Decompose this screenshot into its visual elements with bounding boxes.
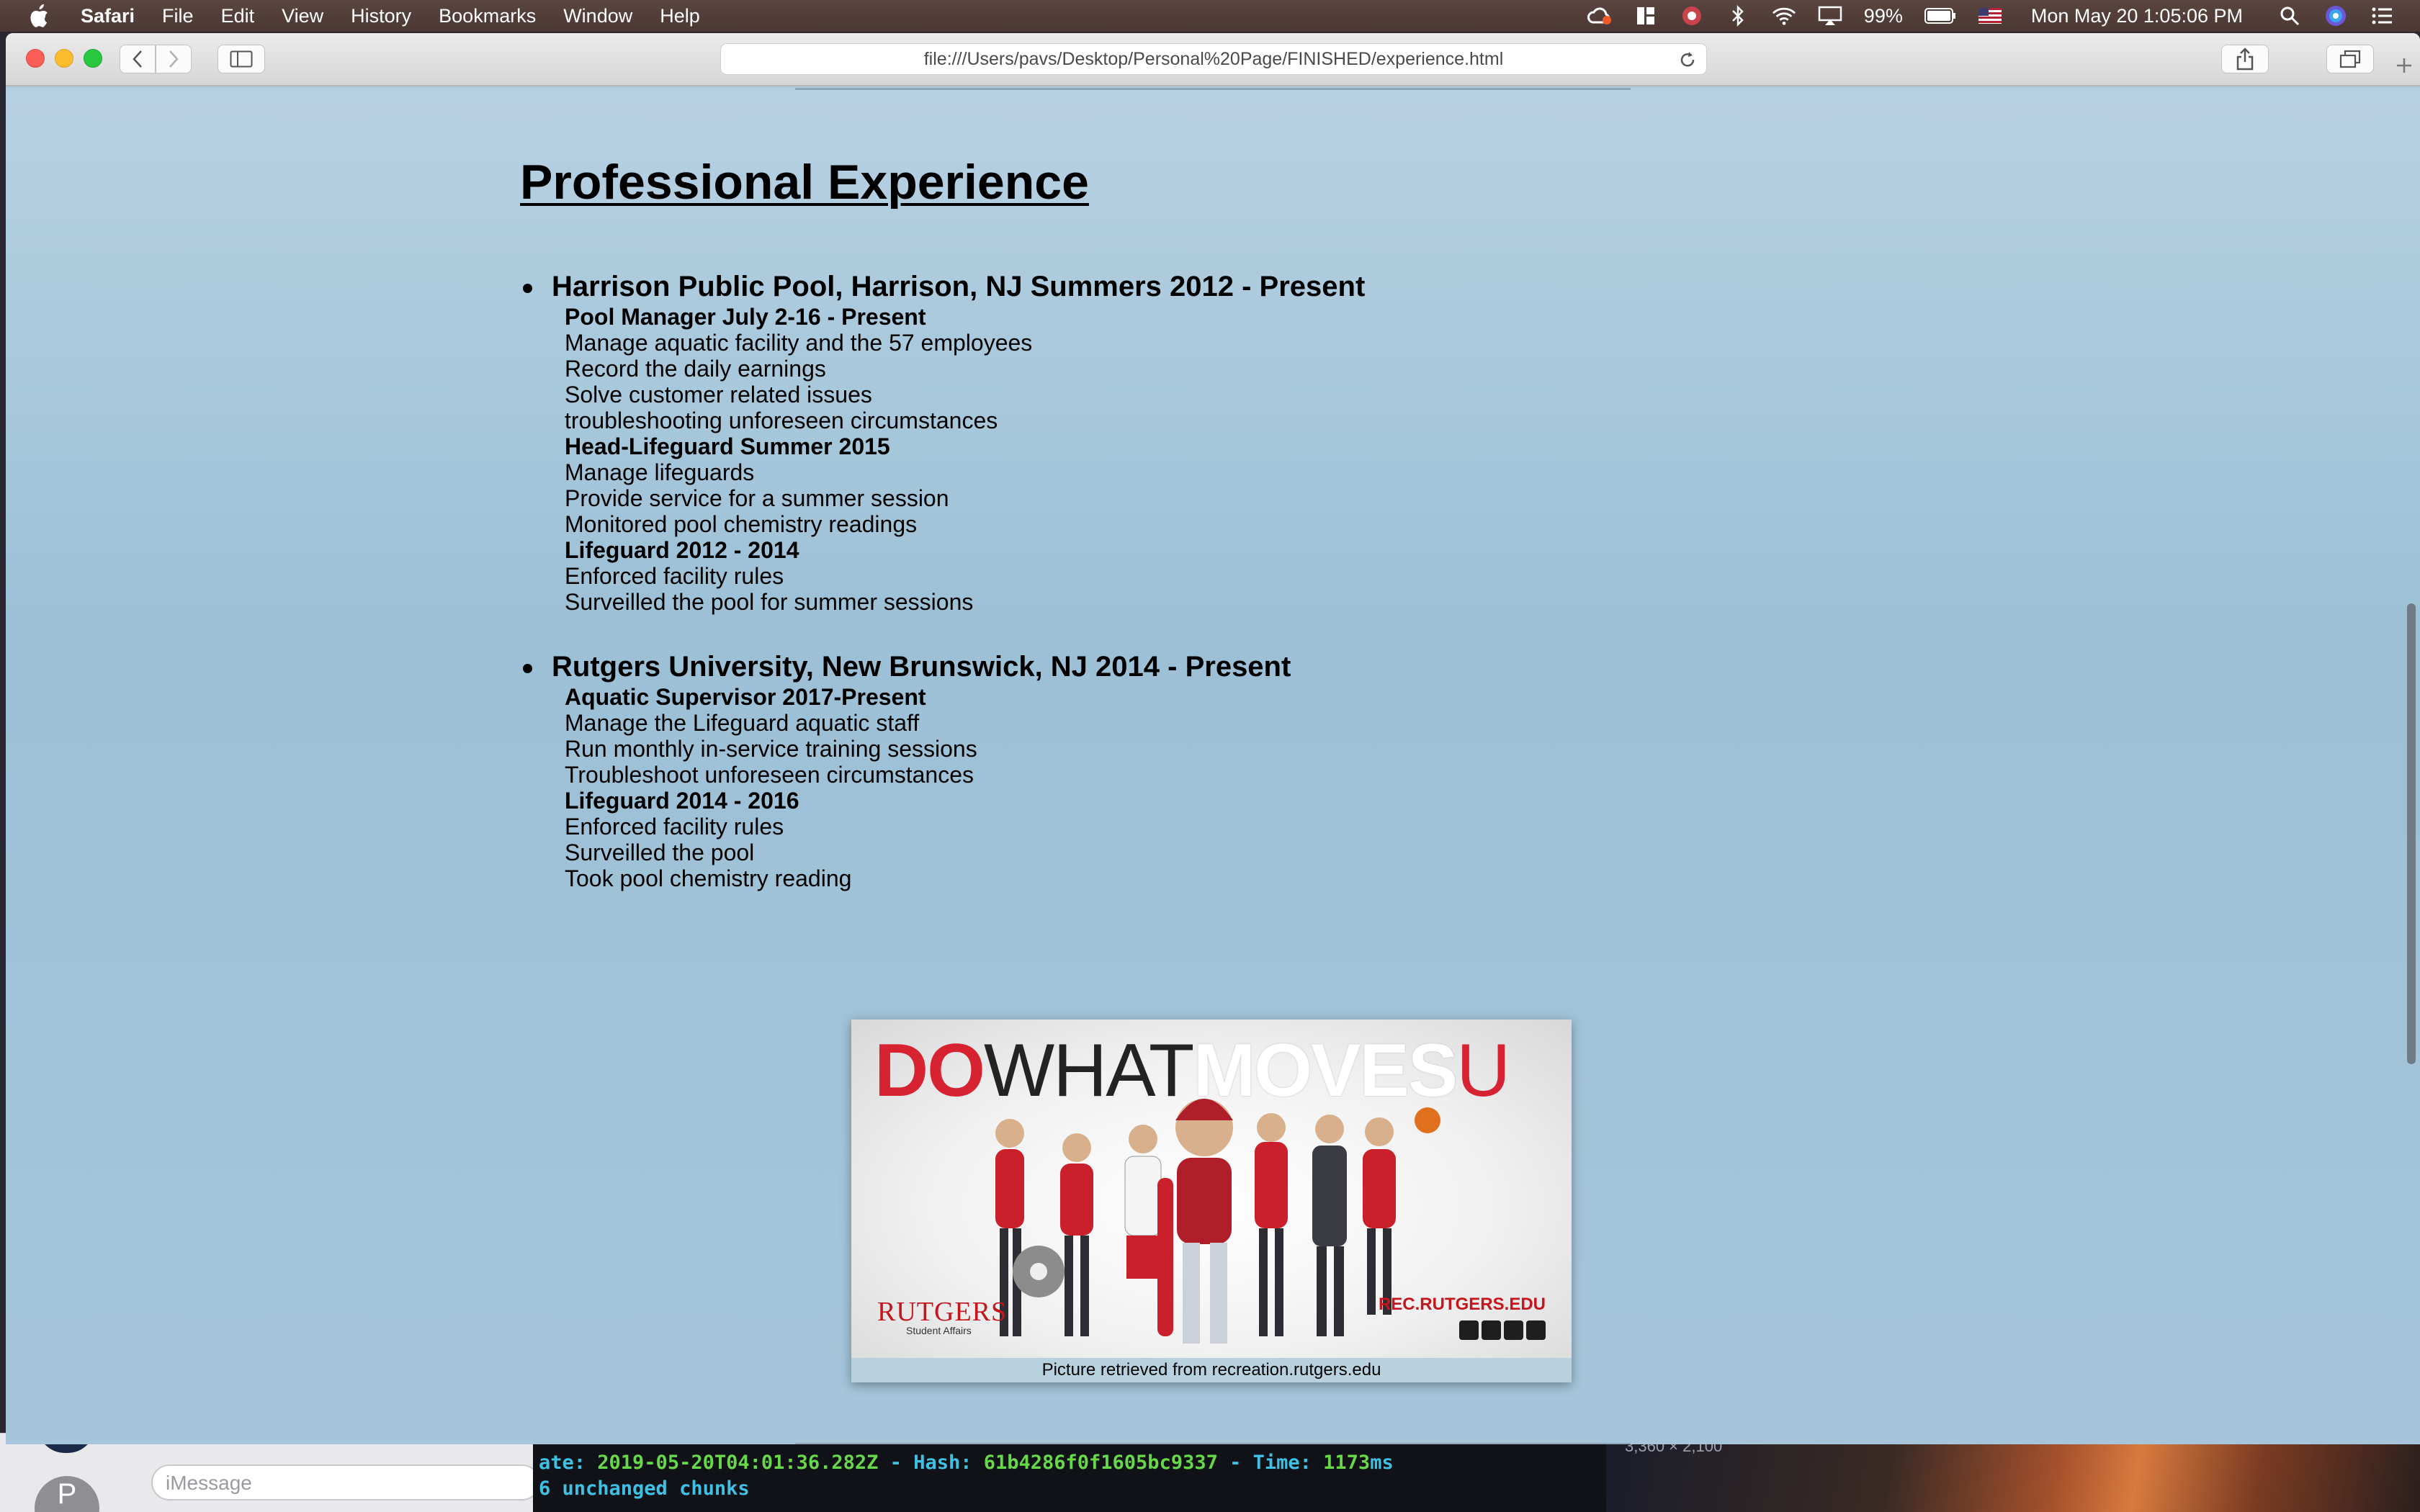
- menu-view[interactable]: View: [282, 5, 323, 27]
- reload-icon[interactable]: [1677, 50, 1698, 70]
- job-details: Aquatic Supervisor 2017-Present Manage t…: [520, 684, 1291, 891]
- menu-help[interactable]: Help: [660, 5, 700, 27]
- avatar-letter: P: [57, 1477, 77, 1510]
- battery-percent[interactable]: 99%: [1864, 5, 1903, 27]
- rutgers-rec-picture: DOWHATMOVESU RUTGERS Student Affairs REC…: [851, 1020, 1572, 1382]
- job-duty: Manage lifeguards: [565, 459, 755, 485]
- apple-menu-icon[interactable]: [29, 4, 49, 27]
- menu-bookmarks[interactable]: Bookmarks: [439, 5, 536, 27]
- rutgers-logo: RUTGERS: [877, 1297, 1008, 1327]
- input-source-flag-icon[interactable]: [1978, 5, 2002, 27]
- job-duty: Surveilled the pool: [565, 840, 755, 865]
- job-duty: Monitored pool chemistry readings: [565, 511, 918, 537]
- share-icon: [2236, 48, 2254, 71]
- job-title: Harrison Public Pool, Harrison, NJ Summe…: [520, 269, 1365, 304]
- app-grid-icon[interactable]: [1634, 5, 1658, 27]
- menu-history[interactable]: History: [351, 5, 411, 27]
- job-duty: Run monthly in-service training sessions: [565, 736, 977, 762]
- address-url: file:///Users/pavs/Desktop/Personal%20Pa…: [923, 48, 1504, 69]
- bottom-divider: [795, 1443, 1631, 1444]
- address-bar[interactable]: file:///Users/pavs/Desktop/Personal%20Pa…: [720, 43, 1707, 75]
- job-entry-rutgers: Rutgers University, New Brunswick, NJ 20…: [520, 649, 1291, 891]
- job-duty: Surveilled the pool for summer sessions: [565, 589, 974, 615]
- rutgers-logo-subtitle: Student Affairs: [906, 1325, 972, 1336]
- share-button[interactable]: [2221, 45, 2269, 73]
- job-role: Lifeguard 2012 - 2014: [565, 537, 799, 563]
- safari-window: file:///Users/pavs/Desktop/Personal%20Pa…: [6, 33, 2420, 1444]
- menu-bar-status-area: 99% Mon May 20 1:05:06 PM: [1566, 0, 2394, 32]
- window-close-button[interactable]: [26, 49, 45, 68]
- job-role: Pool Manager July 2-16 - Present: [565, 304, 926, 330]
- wifi-icon[interactable]: [1772, 5, 1796, 27]
- page-scrollbar[interactable]: [2407, 603, 2416, 1064]
- picture-caption: Picture retrieved from recreation.rutger…: [851, 1358, 1572, 1382]
- chevron-right-icon: [169, 50, 179, 68]
- job-duty: Enforced facility rules: [565, 814, 784, 840]
- snapchat-icon: [1459, 1320, 1479, 1340]
- new-tab-button[interactable]: [2388, 48, 2420, 84]
- job-duty: Enforced facility rules: [565, 563, 784, 589]
- bluetooth-icon[interactable]: [1726, 5, 1750, 27]
- menu-edit[interactable]: Edit: [221, 5, 255, 27]
- facebook-icon: [1482, 1320, 1501, 1340]
- desktop-wallpaper: [1606, 1433, 2420, 1512]
- picture-art: DOWHATMOVESU RUTGERS Student Affairs REC…: [851, 1020, 1572, 1358]
- forward-button[interactable]: [156, 45, 192, 73]
- creative-cloud-icon[interactable]: [1587, 5, 1612, 27]
- notification-center-icon[interactable]: [2370, 5, 2394, 27]
- battery-icon[interactable]: [1924, 5, 1956, 27]
- siri-icon[interactable]: [2323, 5, 2348, 27]
- airplay-icon[interactable]: [1818, 5, 1842, 27]
- job-role: Head-Lifeguard Summer 2015: [565, 433, 890, 459]
- job-duty: Record the daily earnings: [565, 356, 826, 382]
- imessage-input[interactable]: iMessage: [151, 1464, 540, 1500]
- back-button[interactable]: [120, 45, 156, 73]
- window-maximize-button[interactable]: [84, 49, 102, 68]
- tabs-icon: [2339, 50, 2361, 68]
- menu-file[interactable]: File: [162, 5, 194, 27]
- rec-url-label: REC.RUTGERS.EDU: [1378, 1295, 1546, 1314]
- job-duty: Solve customer related issues: [565, 382, 872, 408]
- browser-toolbar: file:///Users/pavs/Desktop/Personal%20Pa…: [6, 33, 2420, 86]
- job-duty: Troubleshoot unforeseen circumstances: [565, 762, 974, 788]
- job-role: Lifeguard 2014 - 2016: [565, 788, 799, 814]
- sidebar-icon: [230, 50, 253, 68]
- social-icons: [1456, 1320, 1546, 1340]
- web-page-content: Professional Experience Harrison Public …: [6, 88, 2420, 1444]
- menu-window[interactable]: Window: [563, 5, 632, 27]
- twitter-icon: [1504, 1320, 1523, 1340]
- job-entry-harrison: Harrison Public Pool, Harrison, NJ Summe…: [520, 269, 1365, 615]
- sidebar-toggle-button[interactable]: [218, 45, 265, 73]
- status-app-icon[interactable]: [1680, 5, 1704, 27]
- job-duty: troubleshooting unforeseen circumstances: [565, 408, 998, 433]
- terminal-line-2: 6 unchanged chunks: [539, 1477, 750, 1500]
- terminal-window[interactable]: ate: 2019-05-20T04:01:36.282Z - Hash: 61…: [533, 1433, 1606, 1512]
- job-role: Aquatic Supervisor 2017-Present: [565, 684, 926, 710]
- job-duty: Manage aquatic facility and the 57 emplo…: [565, 330, 1033, 356]
- menu-bar: Safari File Edit View History Bookmarks …: [0, 0, 2420, 32]
- job-duty: Manage the Lifeguard aquatic staff: [565, 710, 920, 736]
- job-title: Rutgers University, New Brunswick, NJ 20…: [520, 649, 1291, 684]
- tab-overview-button[interactable]: [2326, 45, 2374, 73]
- top-divider: [795, 88, 1631, 90]
- job-duty: Provide service for a summer session: [565, 485, 949, 511]
- job-duty: Took pool chemistry reading: [565, 865, 852, 891]
- menu-app-safari[interactable]: Safari: [81, 5, 135, 27]
- job-details: Pool Manager July 2-16 - Present Manage …: [520, 304, 1365, 615]
- plus-icon: [2397, 58, 2411, 73]
- page-heading: Professional Experience: [520, 155, 1089, 210]
- chevron-left-icon: [133, 50, 142, 68]
- instagram-icon: [1526, 1320, 1546, 1340]
- menu-bar-clock[interactable]: Mon May 20 1:05:06 PM: [2031, 5, 2243, 27]
- window-minimize-button[interactable]: [55, 49, 73, 68]
- athletes-illustration: [995, 1099, 1440, 1344]
- spotlight-search-icon[interactable]: [2277, 5, 2302, 27]
